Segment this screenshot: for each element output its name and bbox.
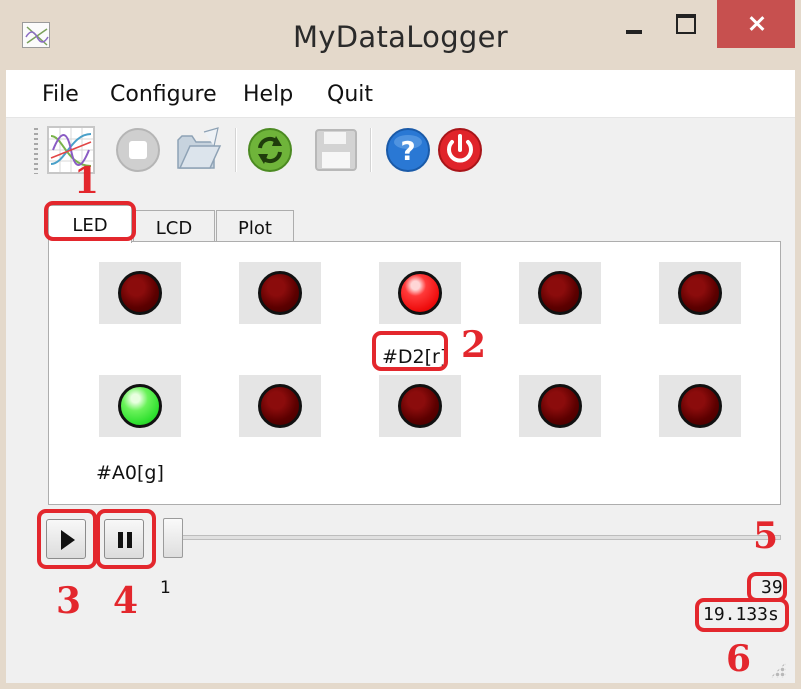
led-light — [118, 384, 162, 428]
led-indicator — [99, 262, 181, 324]
led-light — [678, 271, 722, 315]
led-panel: #D2[r] #A0[g] — [48, 241, 781, 505]
toolbar: ? — [6, 118, 795, 180]
annotation-number: 1 — [74, 160, 100, 202]
save-button[interactable] — [312, 126, 360, 174]
led-indicator — [519, 375, 601, 437]
help-button[interactable]: ? — [384, 126, 432, 174]
led-light — [398, 271, 442, 315]
menu-configure[interactable]: Configure — [110, 82, 217, 107]
annotation-highlight — [96, 509, 156, 569]
timeline-slider-handle[interactable] — [163, 518, 183, 558]
stop-button[interactable] — [114, 126, 162, 174]
stop-icon — [116, 128, 160, 172]
led-indicator — [379, 375, 461, 437]
close-button[interactable] — [717, 0, 795, 48]
maximize-button[interactable] — [662, 0, 706, 48]
power-icon — [438, 128, 482, 172]
led-light — [678, 384, 722, 428]
led-indicator-d2 — [379, 262, 461, 324]
led-indicator — [239, 375, 321, 437]
main-window: MyDataLogger File Configure Help Quit ? … — [0, 0, 801, 689]
annotation-number: 6 — [726, 638, 752, 680]
toolbar-grip[interactable] — [34, 128, 38, 174]
annotation-number: 2 — [461, 324, 487, 366]
minimize-button[interactable] — [612, 0, 656, 48]
annotation-highlight — [44, 201, 136, 241]
menu-file[interactable]: File — [42, 82, 79, 107]
tab-lcd[interactable]: LCD — [133, 210, 215, 244]
slider-min-label: 1 — [160, 578, 171, 598]
menu-quit[interactable]: Quit — [327, 82, 373, 107]
power-button[interactable] — [436, 126, 484, 174]
timeline-slider-track[interactable] — [168, 535, 781, 540]
open-folder-icon — [177, 127, 222, 169]
annotation-highlight — [695, 598, 789, 632]
annotation-number: 4 — [113, 580, 139, 622]
help-icon: ? — [386, 128, 430, 172]
led-indicator-a0 — [99, 375, 181, 437]
led-light — [258, 384, 302, 428]
led-light — [398, 384, 442, 428]
led-indicator — [519, 262, 601, 324]
led-light — [258, 271, 302, 315]
annotation-highlight — [372, 331, 448, 371]
led-light — [118, 271, 162, 315]
refresh-icon — [248, 128, 292, 172]
led-label: #A0[g] — [96, 462, 164, 484]
title-bar[interactable]: MyDataLogger — [6, 0, 795, 70]
led-light — [538, 384, 582, 428]
menu-bar: File Configure Help Quit — [6, 70, 795, 118]
svg-text:?: ? — [400, 137, 415, 167]
led-indicator — [659, 375, 741, 437]
open-folder-button[interactable] — [174, 126, 222, 174]
save-disk-icon — [315, 129, 357, 171]
led-light — [538, 271, 582, 315]
resize-grip[interactable] — [770, 662, 786, 678]
led-indicator — [239, 262, 321, 324]
annotation-number: 3 — [56, 580, 82, 622]
tab-plot[interactable]: Plot — [216, 210, 294, 244]
toolbar-separator — [370, 128, 372, 172]
menu-help[interactable]: Help — [243, 82, 293, 107]
toolbar-separator — [235, 128, 237, 172]
led-indicator — [659, 262, 741, 324]
annotation-number: 5 — [753, 515, 779, 557]
annotation-highlight — [37, 509, 97, 569]
refresh-button[interactable] — [246, 126, 294, 174]
